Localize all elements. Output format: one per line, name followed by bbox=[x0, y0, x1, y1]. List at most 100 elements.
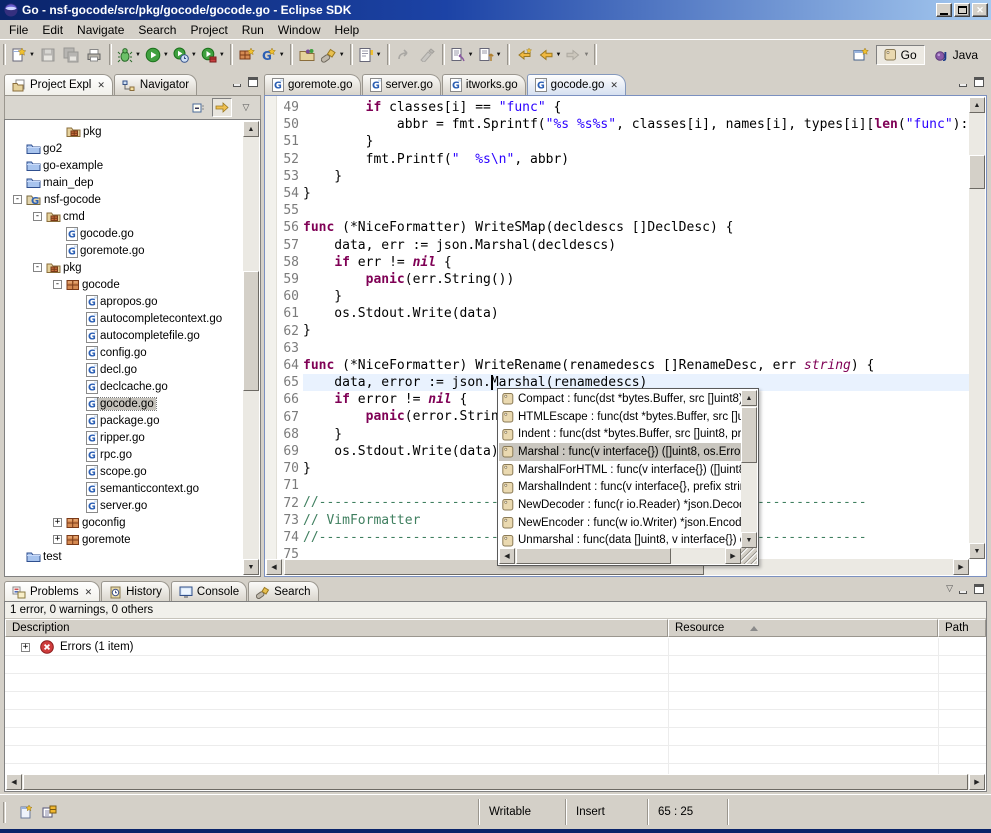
perspective-go[interactable]: Go bbox=[876, 45, 925, 65]
minimize-view-button[interactable] bbox=[957, 583, 969, 594]
tree-item-autocompletecontext-go[interactable]: Gautocompletecontext.go bbox=[5, 310, 243, 327]
menu-file[interactable]: File bbox=[2, 21, 35, 39]
autocomplete-item[interactable]: NewDecoder : func(r io.Reader) *json.Dec… bbox=[499, 496, 741, 514]
tree-item-decl-go[interactable]: Gdecl.go bbox=[5, 361, 243, 378]
last-edit-location-button[interactable]: ▼ bbox=[448, 43, 476, 67]
menu-window[interactable]: Window bbox=[271, 21, 328, 39]
code-line-53[interactable]: } bbox=[303, 168, 969, 185]
dropdown-arrow-icon[interactable]: ▼ bbox=[135, 52, 141, 58]
tree-item-pkg[interactable]: pkg bbox=[5, 123, 243, 140]
dropdown-arrow-icon[interactable]: ▼ bbox=[279, 52, 285, 58]
minimize-view-button[interactable] bbox=[957, 76, 969, 87]
autocomplete-item[interactable]: HTMLEscape : func(dst *bytes.Buffer, src… bbox=[499, 408, 741, 426]
maximize-view-button[interactable] bbox=[973, 76, 985, 87]
tab-itworks-go[interactable]: Gitworks.go bbox=[442, 74, 526, 95]
menu-help[interactable]: Help bbox=[328, 21, 367, 39]
collapse-icon[interactable]: - bbox=[33, 263, 42, 272]
popup-vscrollbar[interactable]: ▲ ▼ bbox=[741, 390, 757, 548]
new-wizard-button[interactable]: ▼ bbox=[9, 43, 37, 67]
tree-item-goremote[interactable]: +goremote bbox=[5, 531, 243, 548]
scroll-up-icon[interactable]: ▲ bbox=[741, 390, 757, 406]
scroll-up-icon[interactable]: ▲ bbox=[969, 97, 985, 113]
search-button[interactable]: ▼ bbox=[319, 43, 347, 67]
new-go-package-button[interactable] bbox=[236, 43, 259, 67]
column-header-resource[interactable]: Resource bbox=[668, 619, 938, 637]
tree-item-nsf-gocode[interactable]: -Gnsf-gocode bbox=[5, 191, 243, 208]
problems-hscrollbar[interactable]: ◀ ▶ bbox=[6, 774, 985, 790]
tab-console[interactable]: Console bbox=[171, 581, 247, 602]
menu-edit[interactable]: Edit bbox=[35, 21, 70, 39]
view-menu-icon[interactable]: ▽ bbox=[946, 583, 953, 594]
column-header-path[interactable]: Path bbox=[938, 619, 986, 637]
tree-item-gocode-go[interactable]: Ggocode.go bbox=[5, 225, 243, 242]
dropdown-arrow-icon[interactable]: ▼ bbox=[191, 52, 197, 58]
tab-navigator[interactable]: Navigator bbox=[114, 74, 197, 95]
dropdown-arrow-icon[interactable]: ▼ bbox=[556, 52, 562, 58]
tree-item-semanticcontext-go[interactable]: Gsemanticcontext.go bbox=[5, 480, 243, 497]
back-button[interactable]: ▼ bbox=[536, 43, 564, 67]
view-menu-button[interactable]: ▽ bbox=[236, 98, 256, 117]
code-line-57[interactable]: data, err := json.Marshal(decldescs) bbox=[303, 237, 969, 254]
expand-icon[interactable]: + bbox=[21, 643, 30, 652]
tree-item-rpc-go[interactable]: Grpc.go bbox=[5, 446, 243, 463]
dropdown-arrow-icon[interactable]: ▼ bbox=[339, 52, 345, 58]
tree-item-goremote-go[interactable]: Ggoremote.go bbox=[5, 242, 243, 259]
scroll-down-icon[interactable]: ▼ bbox=[243, 559, 259, 575]
tab-gocode-go[interactable]: Ggocode.go✕ bbox=[527, 74, 626, 95]
code-line-55[interactable] bbox=[303, 202, 969, 219]
tree-item-go-example[interactable]: go-example bbox=[5, 157, 243, 174]
dropdown-arrow-icon[interactable]: ▼ bbox=[468, 52, 474, 58]
popup-hscrollbar[interactable]: ◀ ▶ bbox=[499, 548, 741, 564]
mark-occurrences-button[interactable] bbox=[42, 804, 58, 820]
tree-item-scope-go[interactable]: Gscope.go bbox=[5, 463, 243, 480]
tab-project-expl[interactable]: Project Expl✕ bbox=[4, 74, 113, 95]
maximize-view-button[interactable] bbox=[247, 76, 259, 87]
scroll-down-icon[interactable]: ▼ bbox=[969, 543, 985, 559]
annotation-ruler[interactable] bbox=[265, 96, 277, 559]
tree-item-apropos-go[interactable]: Gapropos.go bbox=[5, 293, 243, 310]
dropdown-arrow-icon[interactable]: ▼ bbox=[496, 52, 502, 58]
new-go-element-button[interactable]: G▼ bbox=[259, 43, 287, 67]
tab-search[interactable]: Search bbox=[248, 581, 318, 602]
editor-vscrollbar[interactable]: ▲ ▼ bbox=[969, 97, 985, 559]
popup-hscrollbar-thumb[interactable] bbox=[516, 548, 671, 564]
annotation-toggle-button[interactable]: ▼ bbox=[356, 43, 384, 67]
menu-navigate[interactable]: Navigate bbox=[70, 21, 131, 39]
scroll-right-icon[interactable]: ▶ bbox=[953, 559, 969, 575]
debug-button[interactable]: ▼ bbox=[115, 43, 143, 67]
tree-item-test[interactable]: test bbox=[5, 548, 243, 565]
open-perspective-button[interactable] bbox=[850, 43, 873, 67]
tree-item-autocompletefile-go[interactable]: Gautocompletefile.go bbox=[5, 327, 243, 344]
expand-icon[interactable]: + bbox=[53, 535, 62, 544]
tree-item-config-go[interactable]: Gconfig.go bbox=[5, 344, 243, 361]
open-resource-button[interactable] bbox=[296, 43, 319, 67]
code-line-58[interactable]: if err != nil { bbox=[303, 254, 969, 271]
autocomplete-item[interactable]: NewEncoder : func(w io.Writer) *json.Enc… bbox=[499, 514, 741, 532]
dropdown-arrow-icon[interactable]: ▼ bbox=[29, 52, 35, 58]
tree-item-cmd[interactable]: -cmd bbox=[5, 208, 243, 225]
scroll-left-icon[interactable]: ◀ bbox=[6, 774, 22, 790]
scroll-down-icon[interactable]: ▼ bbox=[741, 532, 757, 548]
collapse-icon[interactable]: - bbox=[33, 212, 42, 221]
close-tab-icon[interactable]: ✕ bbox=[610, 80, 618, 91]
tree-item-declcache-go[interactable]: Gdeclcache.go bbox=[5, 378, 243, 395]
autocomplete-item[interactable]: Unmarshal : func(data []uint8, v interfa… bbox=[499, 532, 741, 549]
tree-item-goconfig[interactable]: +goconfig bbox=[5, 514, 243, 531]
code-line-50[interactable]: abbr = fmt.Sprintf("%s %s%s", classes[i]… bbox=[303, 116, 969, 133]
menu-run[interactable]: Run bbox=[235, 21, 271, 39]
link-with-editor-button[interactable] bbox=[212, 98, 232, 117]
code-line-62[interactable]: } bbox=[303, 322, 969, 339]
maximize-button[interactable] bbox=[954, 3, 970, 17]
back-to-last-edit-button[interactable] bbox=[513, 43, 536, 67]
expand-icon[interactable]: + bbox=[53, 518, 62, 527]
pin-editor-button[interactable] bbox=[19, 804, 34, 820]
dropdown-arrow-icon[interactable]: ▼ bbox=[163, 52, 169, 58]
tree-scrollbar-thumb[interactable] bbox=[243, 271, 259, 391]
problems-row[interactable]: +Errors (1 item) bbox=[5, 638, 986, 656]
code-line-52[interactable]: fmt.Printf(" %s\n", abbr) bbox=[303, 151, 969, 168]
code-line-51[interactable]: } bbox=[303, 133, 969, 150]
dropdown-arrow-icon[interactable]: ▼ bbox=[376, 52, 382, 58]
collapse-all-button[interactable] bbox=[188, 98, 208, 117]
code-line-56[interactable]: func (*NiceFormatter) WriteSMap(decldesc… bbox=[303, 219, 969, 236]
minimize-view-button[interactable] bbox=[231, 76, 243, 87]
